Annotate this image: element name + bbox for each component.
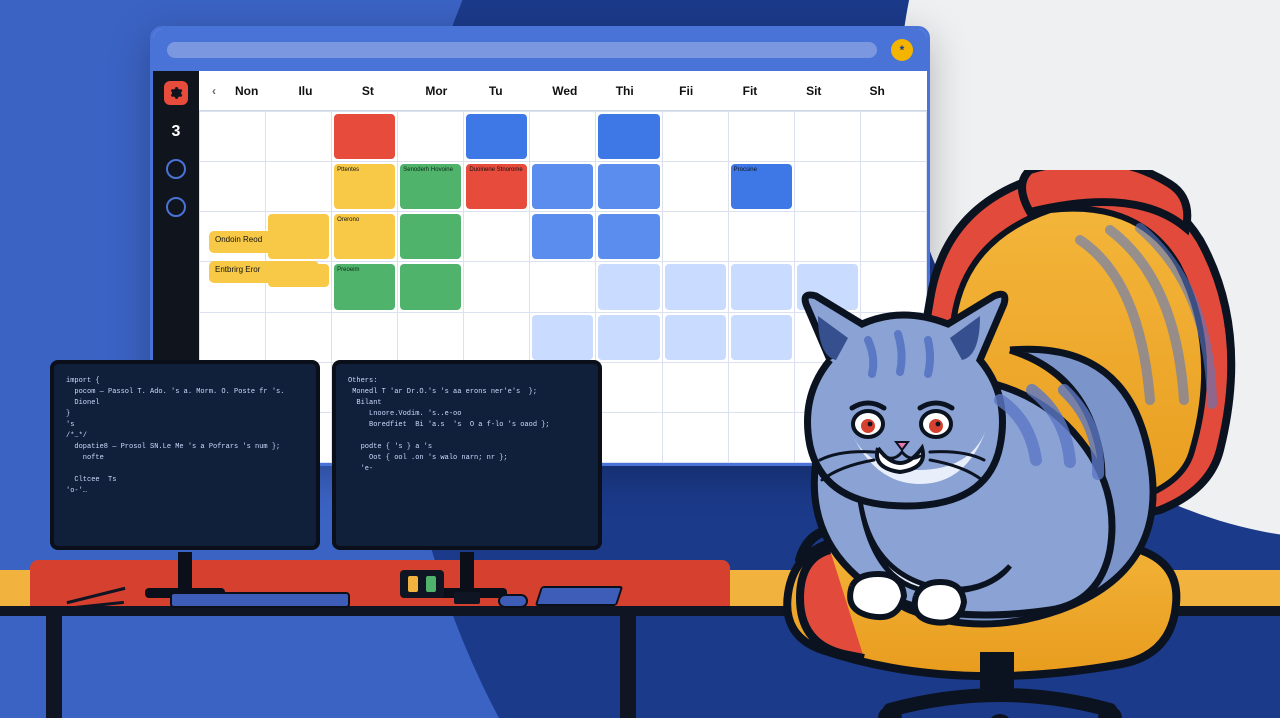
day-header: Fii [673, 84, 736, 98]
day-header: Thi [610, 84, 673, 98]
day-header: Sit [800, 84, 863, 98]
event-block[interactable] [665, 315, 726, 360]
day-header: Tu [483, 84, 546, 98]
event-block[interactable] [598, 214, 659, 259]
sidebar-ring-icon[interactable] [166, 197, 186, 217]
day-header: Non [229, 84, 292, 98]
day-header: Sh [864, 84, 927, 98]
event-block[interactable]: Senoderh Hovoine [400, 164, 461, 209]
back-button[interactable]: ‹ [199, 84, 229, 98]
side-event[interactable]: Entbrirg Eror [209, 261, 319, 283]
day-header: Fit [737, 84, 800, 98]
event-block[interactable] [598, 315, 659, 360]
side-event-list: Ondoin Reod Entbrirg Eror [203, 231, 313, 283]
event-block[interactable] [598, 264, 659, 309]
day-header: Ilu [292, 84, 355, 98]
event-block[interactable] [400, 264, 461, 309]
day-header: St [356, 84, 419, 98]
event-block[interactable]: Preoeim [334, 264, 395, 309]
window-titlebar: * [153, 29, 927, 71]
event-block[interactable]: Duoinene Stnorome [466, 164, 527, 209]
sidebar-ring-icon[interactable] [166, 159, 186, 179]
event-block[interactable]: Orerono [334, 214, 395, 259]
address-bar[interactable] [167, 42, 877, 58]
event-block[interactable] [532, 315, 593, 360]
star-icon[interactable]: * [891, 39, 913, 61]
event-block[interactable] [466, 114, 527, 159]
gear-icon[interactable] [164, 81, 188, 105]
event-block[interactable]: Pttentes [334, 164, 395, 209]
cat-illustration [740, 280, 1160, 640]
day-header: Wed [546, 84, 609, 98]
event-block[interactable] [532, 164, 593, 209]
event-block[interactable] [400, 214, 461, 259]
day-header: Mor [419, 84, 482, 98]
event-block[interactable] [665, 264, 726, 309]
event-block[interactable] [334, 114, 395, 159]
event-block[interactable] [598, 114, 659, 159]
calendar-header: ‹ Non Ilu St Mor Tu Wed Thi Fii Fit Sit … [199, 71, 927, 111]
sidebar-count: 3 [172, 123, 181, 141]
side-event[interactable]: Ondoin Reod [209, 231, 319, 253]
event-block[interactable] [532, 214, 593, 259]
event-block[interactable] [598, 164, 659, 209]
app-sidebar: 3 [153, 71, 199, 463]
